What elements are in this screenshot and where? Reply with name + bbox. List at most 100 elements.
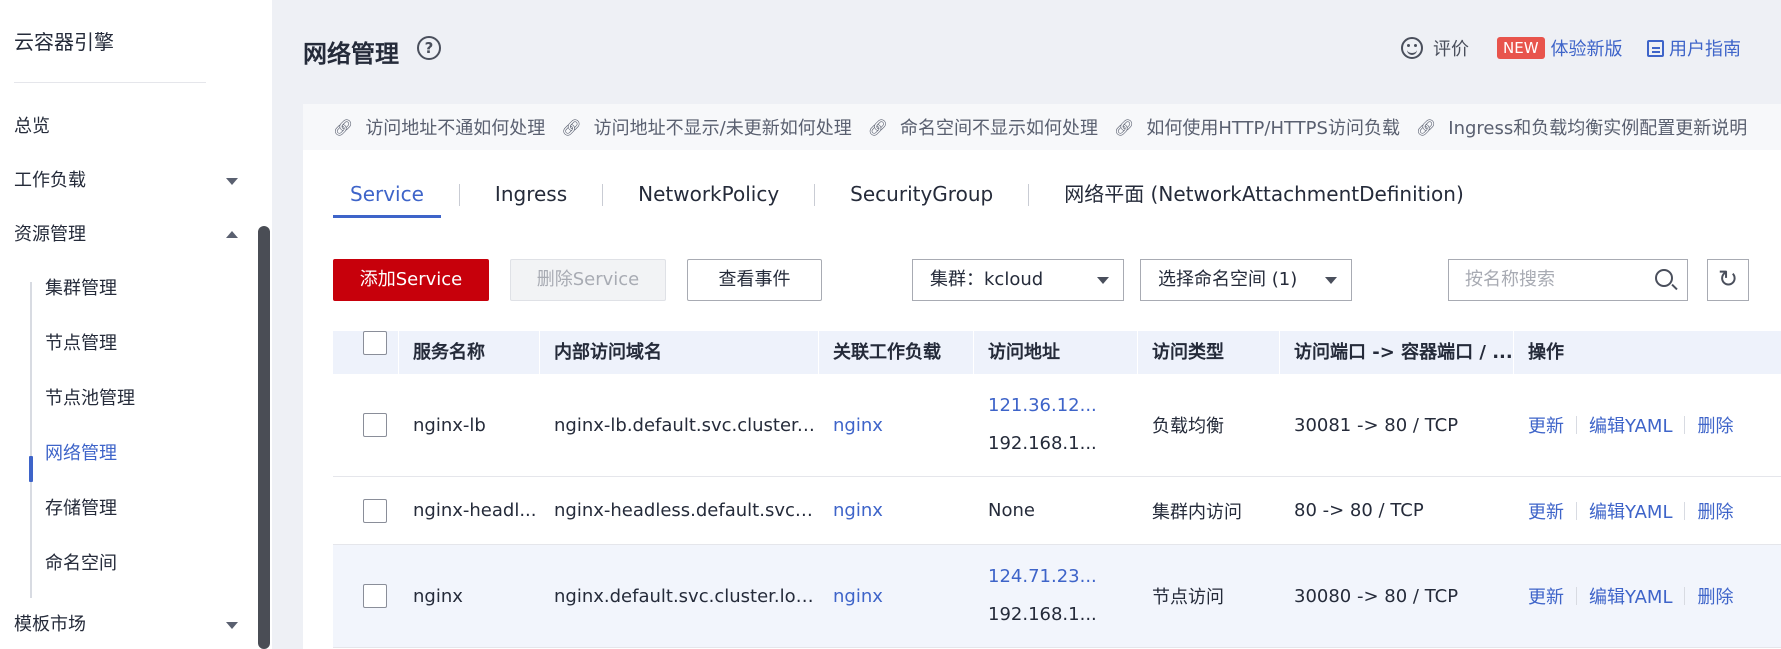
public-address-link[interactable]: 124.71.23... [988,558,1137,596]
public-address-link[interactable]: 121.36.12... [988,387,1137,425]
internal-domain: nginx-headless.default.svc.cl... [554,500,818,521]
user-guide-label: 用户指南 [1669,39,1741,60]
row-checkbox[interactable] [363,413,387,437]
row-checkbox[interactable] [363,498,387,523]
chevron-down-icon [1325,277,1337,284]
new-badge: NEW [1497,37,1545,59]
main-panel: Service Ingress NetworkPolicy SecurityGr… [303,150,1781,649]
sidebar-scrollbar[interactable] [258,226,270,649]
internal-domain: nginx.default.svc.cluster.local [554,585,818,607]
access-address: 121.36.12... 192.168.1... [973,387,1137,463]
tab-service[interactable]: Service [333,178,441,218]
update-link[interactable]: 更新 [1528,498,1564,524]
edit-yaml-link[interactable]: 编辑YAML [1589,412,1672,438]
brand-divider [14,82,206,83]
sidebar-item-resources[interactable]: 资源管理 [14,220,244,250]
cluster-select[interactable]: 集群：kcloud [912,259,1124,301]
help-link[interactable]: 🔗︎ 如何使用HTTP/HTTPS访问负载 [1114,114,1400,140]
tab-networkpolicy[interactable]: NetworkPolicy [621,178,796,218]
help-links-bar: 🔗︎ 访问地址不通如何处理 🔗︎ 访问地址不显示/未更新如何处理 🔗︎ 命名空间不显示… [303,104,1781,150]
tab-bar: Service Ingress NetworkPolicy SecurityGr… [333,178,1481,218]
feedback-link[interactable]: 评价 [1401,34,1469,62]
update-link[interactable]: 更新 [1528,583,1564,609]
tab-divider [602,184,604,206]
add-service-button[interactable]: 添加Service [333,259,489,301]
user-guide-link[interactable]: 用户指南 [1647,34,1741,62]
sidebar-item-nodes[interactable]: 节点管理 [45,329,117,359]
sidebar-item-templates[interactable]: 模板市场 [14,610,244,640]
delete-link[interactable]: 删除 [1697,412,1733,438]
edit-yaml-link[interactable]: 编辑YAML [1589,583,1672,609]
column-header: 服务名称 [398,331,539,374]
update-link[interactable]: 更新 [1528,412,1564,438]
table-row: nginx nginx.default.svc.cluster.local ng… [333,545,1781,648]
help-link-label: 如何使用HTTP/HTTPS访问负载 [1146,118,1400,139]
tab-ingress[interactable]: Ingress [478,178,584,218]
search-icon[interactable] [1655,269,1673,287]
row-actions: 更新 编辑YAML 删除 [1513,498,1781,524]
access-type: 节点访问 [1152,587,1224,608]
column-header: 操作 [1513,331,1781,374]
tab-divider [814,184,816,206]
namespace-select-value: 选择命名空间 (1) [1158,269,1298,290]
chevron-down-icon [226,178,238,185]
column-header: 访问端口 -> 容器端口 / ... [1279,331,1513,374]
sidebar-item-workloads[interactable]: 工作负载 [14,166,244,196]
column-header: 访问类型 [1137,331,1279,374]
select-all-cell [333,331,398,374]
help-link-label: 访问地址不通如何处理 [365,118,546,139]
workload-link[interactable]: nginx [818,415,973,436]
new-version-link[interactable]: NEW 体验新版 [1497,34,1623,62]
delete-link[interactable]: 删除 [1697,498,1733,524]
access-address: 124.71.23... 192.168.1... [973,558,1137,634]
action-divider [1684,587,1686,605]
tab-network-plane[interactable]: 网络平面 (NetworkAttachmentDefinition) [1047,178,1481,218]
service-name: nginx [413,585,463,607]
view-events-button[interactable]: 查看事件 [687,259,822,301]
help-link[interactable]: 🔗︎ 命名空间不显示如何处理 [868,114,1098,140]
help-link[interactable]: 🔗︎ Ingress和负载均衡实例配置更新说明 [1416,114,1747,140]
search-input[interactable]: 按名称搜索 [1448,259,1688,301]
cluster-address: 192.168.1... [988,433,1097,454]
link-icon: 🔗︎ [867,117,889,137]
row-select-cell [333,498,398,523]
access-address: None [973,492,1137,530]
search-placeholder: 按名称搜索 [1465,269,1555,290]
cluster-address: None [988,499,1035,521]
namespace-select[interactable]: 选择命名空间 (1) [1140,259,1352,301]
sidebar-item-storage[interactable]: 存储管理 [45,494,117,524]
sidebar-item-node-pools[interactable]: 节点池管理 [45,384,135,414]
port-mapping: 30081 -> 80 / TCP [1294,414,1459,436]
help-link-label: 访问地址不显示/未更新如何处理 [593,118,852,139]
help-link[interactable]: 🔗︎ 访问地址不通如何处理 [333,114,545,140]
sidebar-item-clusters[interactable]: 集群管理 [45,274,117,304]
row-select-cell [333,584,398,608]
brand-title: 云容器引擎 [14,30,114,54]
sidebar-item-namespaces[interactable]: 命名空间 [45,549,117,579]
action-divider [1576,416,1577,434]
sidebar-item-overview[interactable]: 总览 [14,112,244,142]
delete-service-button[interactable]: 删除Service [510,259,666,301]
action-divider [1684,416,1686,434]
row-actions: 更新 编辑YAML 删除 [1513,583,1781,609]
tab-securitygroup[interactable]: SecurityGroup [833,178,1010,218]
select-all-checkbox[interactable] [363,331,387,355]
access-type: 集群内访问 [1152,501,1242,523]
edit-yaml-link[interactable]: 编辑YAML [1589,498,1672,524]
sidebar-item-label: 工作负载 [14,170,86,191]
service-name: nginx-headl... [413,500,537,521]
workload-link[interactable]: nginx [818,500,973,521]
chevron-down-icon [226,622,238,629]
help-link[interactable]: 🔗︎ 访问地址不显示/未更新如何处理 [561,114,851,140]
sidebar-item-label: 总览 [14,116,50,137]
sidebar-item-network[interactable]: 网络管理 [45,439,117,469]
access-type: 负载均衡 [1152,416,1224,437]
delete-link[interactable]: 删除 [1697,583,1733,609]
workload-link[interactable]: nginx [818,586,973,607]
row-checkbox[interactable] [363,584,387,608]
help-icon[interactable]: ? [417,36,441,60]
refresh-button[interactable]: ↻ [1707,259,1749,301]
table-header: 服务名称 内部访问域名 关联工作负载 访问地址 访问类型 访问端口 -> 容器端… [333,331,1781,374]
feedback-label: 评价 [1433,39,1469,60]
column-header: 访问地址 [973,331,1137,374]
